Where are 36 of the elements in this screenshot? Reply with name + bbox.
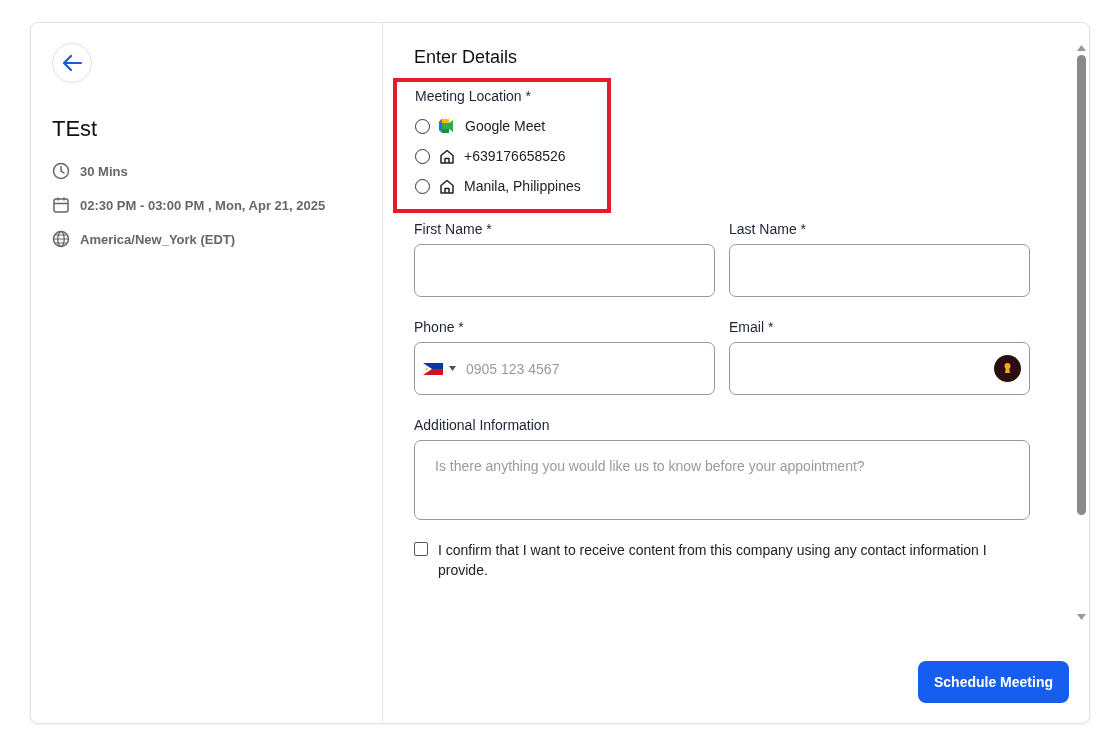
event-detail: America/New_York (EDT) [80, 231, 236, 247]
scroll-down-icon[interactable] [1077, 614, 1086, 620]
field-label: Meeting Location * [415, 88, 532, 104]
globe-icon [52, 230, 70, 248]
schedule-meeting-button[interactable]: Schedule Meeting [917, 661, 1069, 703]
field-label: First Name * [414, 221, 493, 237]
back-button[interactable] [52, 43, 92, 83]
event-title: TEst [52, 116, 99, 142]
clock-icon [52, 162, 70, 180]
video-camera-icon [439, 119, 456, 133]
additional-info-field[interactable]: Is there anything you would like us to know before your appointment? [414, 440, 1030, 520]
field-label: Last Name * [729, 221, 808, 237]
phone-field[interactable]: 0905 123 4567 [414, 342, 715, 395]
calendar-icon [52, 196, 70, 214]
caret-icon [449, 366, 456, 371]
checkbox[interactable] [414, 542, 428, 556]
first-name-field[interactable] [414, 244, 715, 297]
location-option[interactable]: Manila, Philippines [415, 171, 589, 201]
flag-icon [423, 362, 443, 375]
field-label: Additional Information [414, 417, 551, 433]
event-detail: 02:30 PM - 03:00 PM , Mon, Apr 21, 2025 [80, 197, 326, 213]
house-icon [439, 178, 455, 194]
location-option[interactable]: Google Meet [415, 111, 589, 141]
scrollbar-thumb[interactable] [1077, 55, 1086, 515]
field-label: Email * [729, 319, 775, 335]
email-field[interactable] [729, 342, 1030, 395]
event-detail: 30 Mins [80, 163, 128, 179]
scroll-up-icon[interactable] [1077, 45, 1086, 51]
arrow-left-icon [61, 54, 83, 72]
form-heading: Enter Details [414, 47, 519, 68]
consent-text: I confirm that I want to receive content from this company using any contact information I provide. [438, 541, 988, 580]
field-label: Phone * [414, 319, 465, 335]
last-name-field[interactable] [729, 244, 1030, 297]
keyhole-icon[interactable] [994, 355, 1021, 382]
location-option[interactable]: +639176658526 [415, 141, 589, 171]
house-icon [439, 148, 455, 164]
